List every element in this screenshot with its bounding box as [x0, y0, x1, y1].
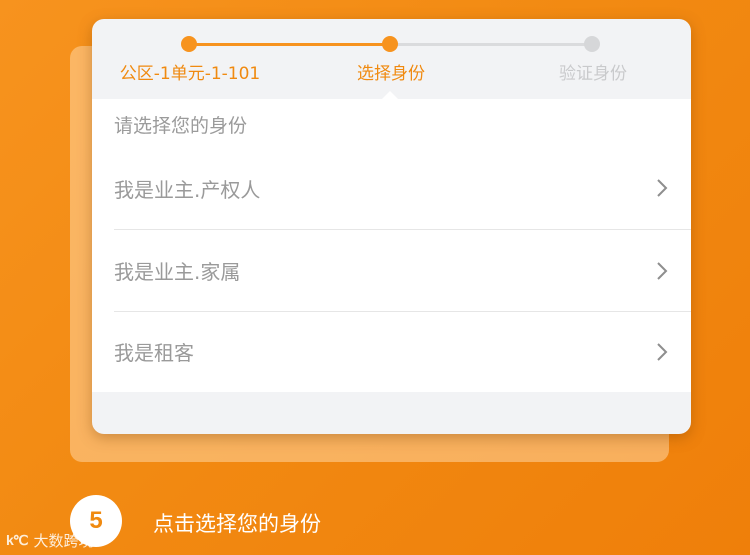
- identity-prompt: 请选择您的身份: [114, 115, 248, 137]
- step-connector-completed: [189, 43, 389, 46]
- step-1-dot: [181, 36, 197, 52]
- step-3-dot: [584, 36, 600, 52]
- watermark-text: 大数跨境: [33, 532, 94, 550]
- step-2-label: 选择身份: [357, 64, 425, 84]
- watermark-logo: k℃: [6, 532, 28, 548]
- option-owner[interactable]: 我是业主.产权人: [114, 147, 691, 229]
- option-owner-label: 我是业主.产权人: [114, 177, 261, 202]
- option-tenant-label: 我是租客: [114, 341, 194, 365]
- step-connector-pending: [390, 43, 592, 46]
- chevron-right-icon: [657, 342, 668, 361]
- progress-stepper: 公区-1单元-1-101 选择身份 验证身份: [92, 19, 691, 99]
- step-3-label: 验证身份: [559, 64, 627, 84]
- instruction-text: 点击选择您的身份: [153, 512, 321, 536]
- step-2-dot: [382, 36, 398, 52]
- step-1-label: 公区-1单元-1-101: [119, 64, 261, 84]
- option-tenant[interactable]: 我是租客: [114, 311, 691, 391]
- current-step-pointer: [382, 91, 398, 99]
- chevron-right-icon: [657, 261, 668, 280]
- option-family-member-label: 我是业主.家属: [114, 260, 241, 284]
- watermark: k℃ 大数跨境: [6, 530, 94, 551]
- chevron-right-icon: [657, 179, 668, 197]
- identity-options-panel: 请选择您的身份 我是业主.产权人 我是业主.家属 我是租客: [92, 99, 691, 392]
- option-family-member[interactable]: 我是业主.家属: [114, 229, 691, 311]
- identity-selection-card: 公区-1单元-1-101 选择身份 验证身份 请选择您的身份 我是业主.产权人 …: [92, 19, 691, 434]
